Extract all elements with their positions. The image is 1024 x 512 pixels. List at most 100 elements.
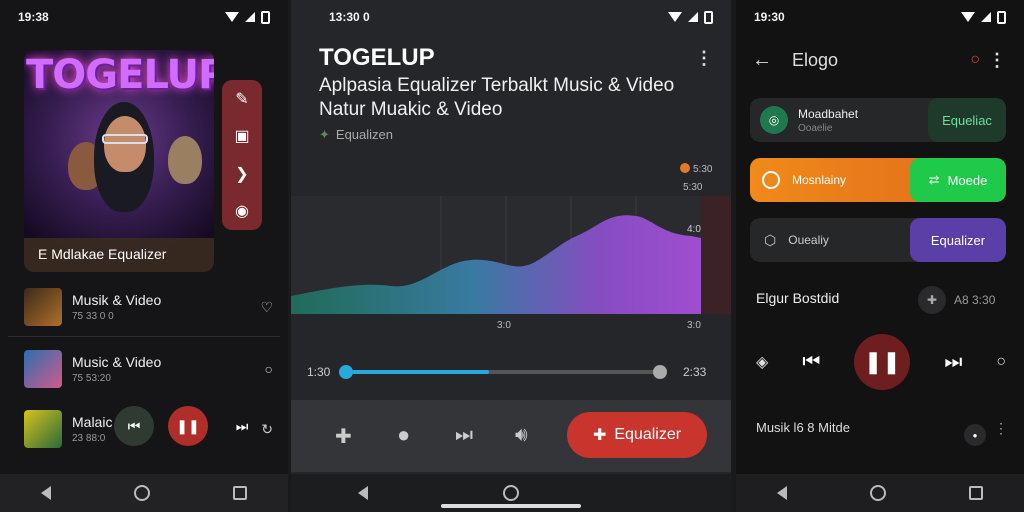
seek-bar[interactable] — [339, 365, 667, 379]
chevron-right-icon[interactable]: ❯ — [235, 164, 248, 184]
album-figure-right — [168, 136, 202, 184]
system-nav-bar — [736, 474, 1024, 512]
volume-icon[interactable]: 🔊︎ — [515, 424, 528, 447]
legend-value: 5:30 — [683, 182, 703, 193]
next-button[interactable]: ⏭ — [222, 406, 262, 446]
chart-edge-band — [701, 196, 731, 314]
puzzle-icon[interactable]: ✚ — [335, 424, 352, 449]
status-time: 19:38 — [18, 10, 49, 24]
screen: 19:38 TOGELUP E Mdlakae Equalizer ✎ ▣ ❯ … — [0, 0, 1024, 512]
gesture-handle[interactable] — [441, 504, 581, 508]
page-title: Elogo — [792, 49, 839, 70]
pause-icon: ❚❚ — [863, 349, 901, 374]
nav-back-icon[interactable] — [358, 486, 369, 500]
cast-icon[interactable]: ◈ — [756, 352, 768, 372]
battery-icon — [261, 10, 270, 24]
settings-card[interactable]: ◎ Moadbahet Ooaelie Equeliac — [750, 98, 1006, 142]
shield-icon: ⬡ — [764, 231, 777, 248]
search-icon[interactable]: ○ — [970, 51, 980, 69]
page-subtitle: Aplpasia Equalizer Terbalkt Music & Vide… — [319, 75, 675, 120]
track-thumbnail — [24, 410, 62, 448]
wifi-icon — [225, 12, 239, 22]
settings-card[interactable]: ⬡ Ouealiy Equalizer — [750, 218, 1006, 262]
pill-label: Moede — [947, 172, 988, 188]
nav-recents-icon[interactable] — [968, 486, 983, 500]
record-icon[interactable]: ● — [397, 422, 410, 448]
equalizer-label: ✦ Equalizen — [319, 127, 393, 143]
more-vert-icon[interactable]: ⋮ — [994, 420, 1008, 437]
card-title: Mosnlainy — [792, 173, 847, 187]
signal-icon — [981, 12, 991, 22]
card-title: Ouealiy — [788, 233, 829, 247]
list-item[interactable]: Music & Video 75 53:20 ○ — [24, 346, 279, 392]
pin-icon: ✦ — [319, 127, 330, 142]
equalizer-label-text: Equalizen — [335, 127, 394, 142]
skip-next-icon[interactable]: ⏭ — [455, 424, 473, 447]
search-icon[interactable]: ◉ — [235, 201, 249, 221]
nav-home-icon[interactable] — [502, 485, 519, 501]
seek-end-knob[interactable] — [653, 365, 667, 379]
seek-start-knob[interactable] — [339, 365, 353, 379]
nav-home-icon[interactable] — [869, 485, 886, 501]
skip-next-icon[interactable]: ⏭ — [944, 351, 962, 374]
pause-button[interactable]: ❚❚ — [168, 406, 208, 446]
status-time: 13:30 0 — [329, 10, 370, 24]
image-icon[interactable]: ▣ — [234, 126, 249, 146]
track-title: Malaic — [72, 414, 113, 430]
equalizer-visualization: 5:30 5:30 4:0 3:0 3:0 — [291, 163, 731, 331]
time-elapsed: 1:30 — [307, 365, 331, 379]
wifi-icon — [961, 12, 975, 22]
time-total: 2:33 — [683, 365, 707, 379]
wifi-icon — [668, 12, 682, 22]
repeat-icon[interactable]: ↻ — [261, 421, 273, 438]
nav-back-icon[interactable] — [41, 486, 52, 500]
comment-icon[interactable]: ○ — [265, 361, 273, 377]
sunglasses-icon — [102, 134, 148, 144]
pill-label: Equeliac — [942, 112, 992, 128]
puzzle-icon[interactable]: ✚ — [918, 286, 946, 314]
quick-actions: ✎ ▣ ❯ ◉ — [222, 80, 262, 230]
status-bar: 13:30 0 — [291, 0, 731, 34]
track-title: Musik & Video — [72, 292, 162, 308]
album-figure-center — [104, 116, 146, 172]
equalizer-pill[interactable]: Equeliac — [928, 98, 1006, 142]
signal-icon — [688, 12, 698, 22]
nav-recents-icon[interactable] — [232, 486, 247, 500]
pause-button[interactable]: ❚❚ — [854, 334, 911, 390]
album-art[interactable]: TOGELUP E Mdlakae Equalizer — [24, 50, 214, 272]
equalizer-button[interactable]: ✚ Equalizer — [567, 412, 707, 458]
nav-home-icon[interactable] — [133, 485, 150, 501]
equalizer-button-label: Equalizer — [614, 426, 682, 443]
album-title: TOGELUP — [26, 52, 214, 98]
bottom-action-bar: ✚ ● ⏭ 🔊︎ ✚ Equalizer — [291, 400, 731, 472]
skip-previous-icon[interactable]: ⏮ — [802, 351, 820, 374]
pause-icon: ❚❚ — [176, 417, 200, 434]
legend-value: 5:30 — [693, 164, 713, 175]
mode-pill[interactable]: ⇄ Moede — [910, 158, 1006, 202]
signal-icon — [245, 12, 255, 22]
previous-button[interactable]: ⏮ — [114, 406, 154, 446]
chart-label: 4:0 — [687, 224, 701, 235]
more-vert-icon[interactable]: ⋮ — [695, 48, 713, 69]
equalizer-pill[interactable]: Equalizer — [910, 218, 1006, 262]
chart-label: 3:0 — [687, 320, 701, 331]
battery-icon — [997, 10, 1006, 24]
status-time: 19:30 — [754, 10, 785, 24]
pill-label: Equalizer — [930, 232, 986, 248]
more-vert-icon[interactable]: ⋮ — [988, 50, 1006, 71]
tag-icon[interactable]: ✎ — [235, 89, 248, 109]
chart-label: 3:0 — [497, 320, 511, 331]
nav-back-icon[interactable] — [777, 486, 788, 500]
comment-icon[interactable]: ○ — [996, 353, 1006, 371]
status-bar: 19:30 — [736, 0, 1024, 34]
legend-dot — [680, 163, 690, 173]
skip-next-icon: ⏭ — [235, 417, 249, 434]
app-bar: ← Elogo ○ ⋮ — [752, 46, 1008, 74]
heart-icon[interactable]: ♡ — [260, 299, 273, 316]
back-arrow-icon[interactable]: ← — [752, 49, 772, 72]
record-icon[interactable]: ● — [964, 424, 986, 446]
list-item[interactable]: Musik & Video 75 33 0 0 ♡ — [24, 284, 279, 330]
shuffle-icon: ⇄ — [928, 172, 940, 187]
phone-settings: 19:30 ← Elogo ○ ⋮ ◎ Moadbahet Ooaelie Eq… — [736, 0, 1024, 512]
settings-card[interactable]: Mosnlainy ⇄ Moede — [750, 158, 1006, 202]
